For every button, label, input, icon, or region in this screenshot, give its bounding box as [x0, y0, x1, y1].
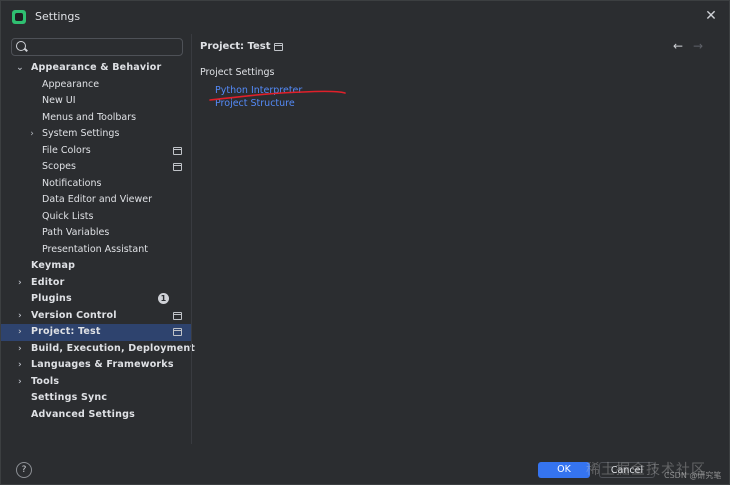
chevron-right-icon[interactable]: › [15, 324, 25, 340]
sidebar-item-label: File Colors [42, 144, 91, 156]
sidebar-item[interactable]: Quick Lists [1, 209, 191, 226]
chevron-right-icon[interactable]: › [15, 275, 25, 291]
sidebar-item-label: Scopes [42, 161, 76, 172]
forward-arrow-icon[interactable]: → [690, 38, 706, 54]
sidebar-item[interactable]: › Version Control [1, 308, 191, 325]
search-box[interactable] [11, 38, 183, 56]
sidebar-item-label: Notifications [42, 177, 102, 189]
watermark-small: CSDN @研究笔 [664, 471, 722, 480]
sidebar-item[interactable]: Path Variables [1, 225, 191, 242]
ok-button[interactable]: OK [538, 462, 590, 478]
project-scope-icon [274, 43, 283, 51]
sidebar-item[interactable]: Menus and Toolbars [1, 110, 191, 127]
sidebar-item[interactable]: › Project: Test [1, 324, 191, 341]
sidebar-item-label: Version Control [31, 309, 117, 321]
sidebar-item[interactable]: › Tools [1, 374, 191, 391]
chevron-right-icon[interactable]: › [15, 357, 25, 373]
page-title: Project: Test [200, 41, 271, 52]
sidebar-item-label: Path Variables [42, 227, 110, 238]
sidebar-item-label: Plugins [31, 293, 72, 304]
chevron-down-icon[interactable]: ⌄ [15, 60, 25, 76]
chevron-right-icon[interactable]: › [15, 374, 25, 390]
red-underline-annotation [209, 90, 346, 101]
sidebar-item-label: New UI [42, 95, 76, 106]
sidebar-item[interactable]: File Colors [1, 143, 191, 160]
sidebar-item[interactable]: Settings Sync [1, 390, 191, 407]
help-button[interactable]: ? [16, 462, 32, 478]
project-scope-icon [173, 311, 182, 320]
sidebar-item-label: Appearance & Behavior [31, 62, 162, 73]
main-panel: Project: Test ← → Project Settings Pytho… [192, 34, 729, 444]
project-scope-icon [173, 328, 182, 336]
sidebar-item-label: Advanced Settings [31, 408, 135, 420]
sidebar-item-label: Menus and Toolbars [42, 111, 137, 123]
sidebar-item-label: Appearance [42, 78, 100, 90]
section-title: Project Settings [200, 67, 275, 78]
sidebar-item[interactable]: Data Editor and Viewer [1, 192, 191, 209]
chevron-right-icon[interactable]: › [15, 308, 25, 324]
sidebar-item[interactable]: Plugins 1 [1, 291, 191, 308]
settings-sidebar: ⌄ Appearance & Behavior Appearance New UI Me… [1, 34, 195, 444]
sidebar-item[interactable]: Appearance [1, 77, 191, 94]
project-scope-icon [173, 163, 182, 171]
sidebar-item-label: Editor [31, 276, 65, 288]
sidebar-item[interactable]: ⌄ Appearance & Behavior [1, 60, 191, 77]
project-scope-icon [173, 146, 182, 155]
settings-dialog: Settings ✕ ⌄ Appearance & Behavior Appeara… [0, 0, 730, 485]
sidebar-item-label: Keymap [31, 260, 76, 271]
sidebar-item[interactable]: Scopes [1, 159, 191, 176]
back-arrow-icon[interactable]: ← [670, 38, 686, 54]
sidebar-item-label: Build, Execution, Deployment [31, 342, 196, 354]
settings-tree: ⌄ Appearance & Behavior Appearance New UI Me… [1, 60, 195, 424]
sidebar-item-label: Settings Sync [31, 392, 108, 403]
sidebar-item-label: System Settings [42, 128, 120, 139]
sidebar-item[interactable]: New UI [1, 93, 191, 110]
search-icon [16, 41, 26, 51]
search-input[interactable] [30, 40, 182, 54]
sidebar-item[interactable]: Presentation Assistant [1, 242, 191, 259]
sidebar-item[interactable]: Notifications [1, 176, 191, 193]
close-icon[interactable]: ✕ [703, 8, 719, 24]
sidebar-item[interactable]: › System Settings [1, 126, 191, 143]
window-title: Settings [35, 10, 81, 23]
title-bar: Settings ✕ [1, 1, 729, 34]
sidebar-item[interactable]: › Build, Execution, Deployment [1, 341, 195, 358]
sidebar-item-label: Languages & Frameworks [31, 359, 174, 370]
sidebar-item-label: Presentation Assistant [42, 243, 148, 255]
sidebar-item-label: Data Editor and Viewer [42, 194, 153, 205]
update-count-badge: 1 [158, 293, 169, 304]
dialog-footer: ? OK Cancel 稀土掘金技术社区 CSDN @研究笔 [1, 444, 729, 484]
pycharm-app-icon [12, 10, 26, 24]
sidebar-item-label: Tools [31, 375, 60, 387]
sidebar-item[interactable]: › Languages & Frameworks [1, 357, 191, 374]
sidebar-item[interactable]: Advanced Settings [1, 407, 191, 424]
sidebar-item-label: Project: Test [31, 326, 101, 337]
sidebar-item[interactable]: Keymap [1, 258, 191, 275]
chevron-right-icon[interactable]: › [27, 126, 37, 142]
sidebar-item-label: Quick Lists [42, 210, 94, 222]
sidebar-item[interactable]: › Editor [1, 275, 191, 292]
chevron-right-icon[interactable]: › [15, 341, 25, 357]
